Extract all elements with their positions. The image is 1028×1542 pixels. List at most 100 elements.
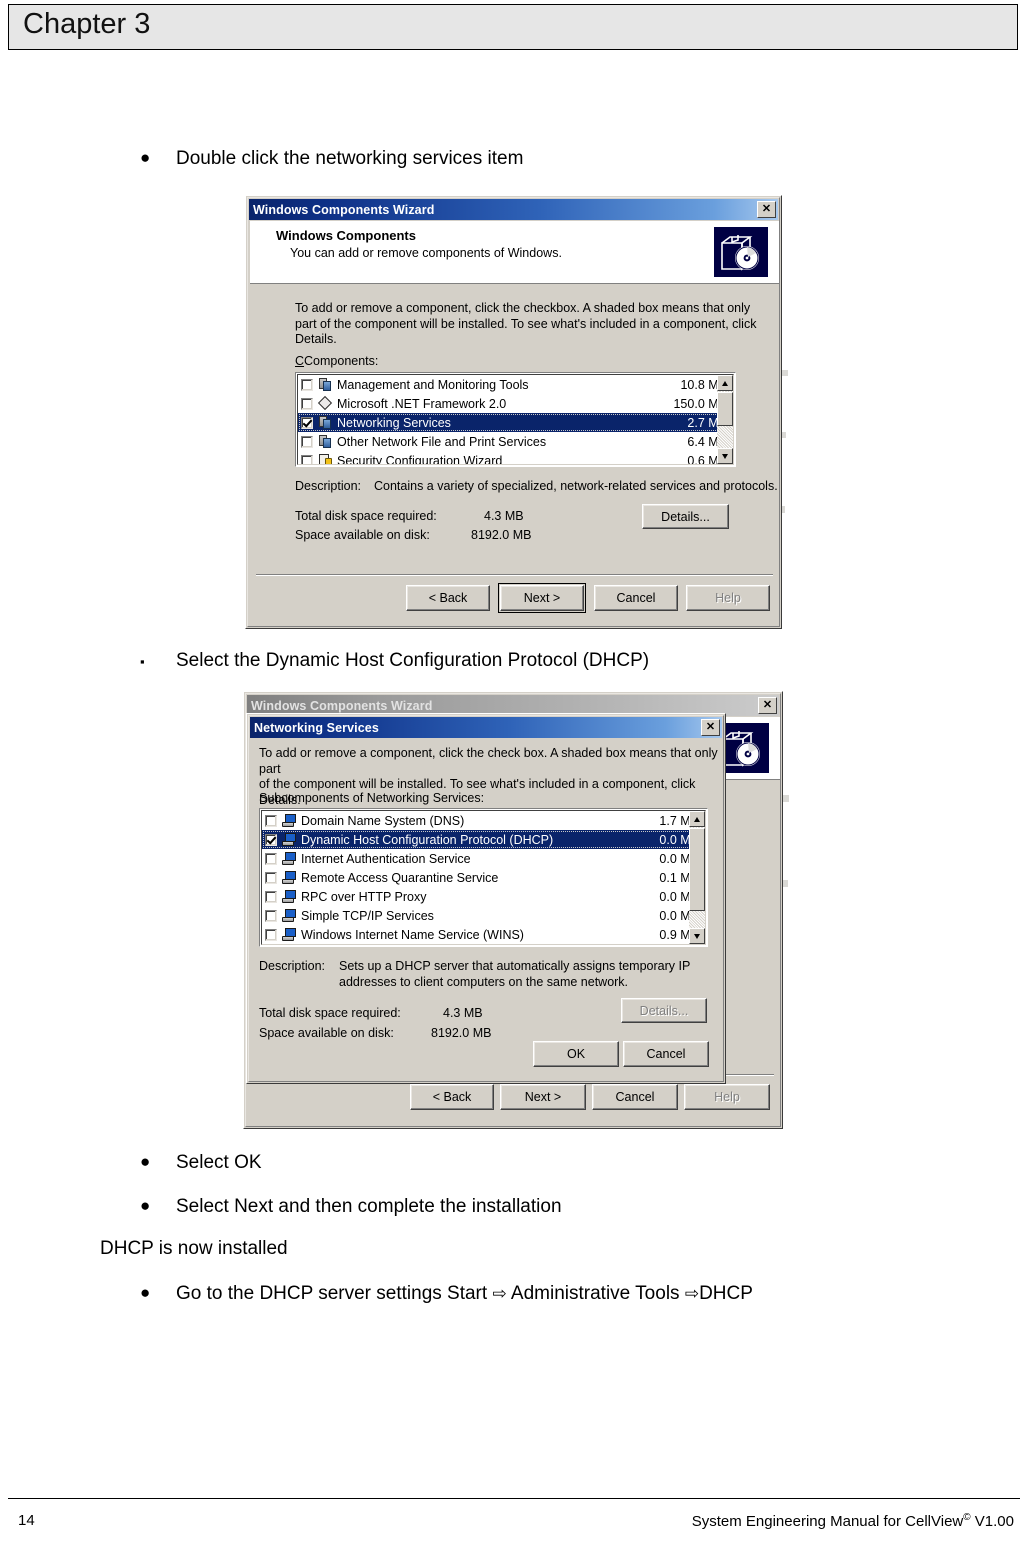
computer-icon [282,832,298,847]
list-item[interactable]: Windows Internet Name Service (WINS) 0.9 … [262,925,705,944]
help-button[interactable]: Help [684,1084,770,1110]
checkbox[interactable] [265,833,277,846]
ok-button[interactable]: OK [533,1041,619,1067]
list-item-label: Networking Services [337,415,451,430]
components-scrollbar[interactable] [717,375,733,464]
computer-icon [282,813,298,828]
checkbox[interactable] [301,397,313,410]
footer-copyright-mark: © [963,1512,971,1523]
list-item[interactable]: Domain Name System (DNS) 1.7 MB [262,811,705,830]
back-button[interactable]: < Back [406,585,490,611]
computer-icon [282,889,298,904]
computer-icon [282,851,298,866]
list-item[interactable]: Remote Access Quarantine Service 0.1 MB [262,868,705,887]
list-item[interactable]: Other Network File and Print Services 6.4… [298,432,733,451]
dialog1-instructions: To add or remove a component, click the … [295,301,756,348]
list-item[interactable]: Simple TCP/IP Services 0.0 MB [262,906,705,925]
footer-page-number: 14 [18,1512,35,1529]
dialog1-header-band: Windows Components You can add or remove… [250,221,779,284]
servers-icon [318,415,334,430]
checkbox[interactable] [265,890,277,903]
windows-components-icon [713,226,769,278]
page-title: Chapter 3 [23,8,151,40]
servers-icon [318,434,334,449]
subcomponents-listbox-inner: Domain Name System (DNS) 1.7 MB Dynamic Ho… [261,810,706,945]
list-item-label: Simple TCP/IP Services [301,908,434,923]
bullet-text: Select OK [176,1152,262,1173]
subcomponents-label: Subcomponents of Networking Services: [259,791,485,805]
checkbox[interactable] [301,454,313,464]
components-listbox[interactable]: Management and Monitoring Tools 10.8 MB Mi… [295,372,736,467]
details-button[interactable]: Details... [621,998,707,1023]
dialog1-separator [256,574,773,576]
scroll-up-icon[interactable] [717,375,733,391]
dialog2-instructions-line1: To add or remove a component, click the … [259,746,718,776]
components-label: CComponents: [295,354,379,368]
dialog2-description-label: Description: [259,959,325,973]
components-listbox-inner: Management and Monitoring Tools 10.8 MB Mi… [297,374,734,465]
list-item[interactable]: Networking Services 2.7 MB [298,413,733,432]
computer-icon [282,908,298,923]
software-box-cd-icon [714,227,768,277]
cancel-button[interactable]: Cancel [592,1084,678,1110]
dialog1-titlebar[interactable]: Windows Components Wizard ✕ [249,199,778,220]
dialog2-total-label: Total disk space required: [259,1006,401,1020]
close-icon[interactable]: ✕ [701,719,720,736]
note-dhcp-installed: DHCP is now installed [100,1238,288,1259]
scrollbar-thumb[interactable] [689,828,705,911]
checkbox[interactable] [265,814,277,827]
list-item[interactable]: Security Configuration Wizard 0.6 MB [298,451,733,464]
dialog1-instructions-line1: To add or remove a component, click the … [295,301,751,315]
list-item-label: Remote Access Quarantine Service [301,870,499,885]
list-item[interactable]: Management and Monitoring Tools 10.8 MB [298,375,733,394]
list-item[interactable]: RPC over HTTP Proxy 0.0 MB [262,887,705,906]
list-item[interactable]: Dynamic Host Configuration Protocol (DHC… [262,830,705,849]
next-button-label: Next > [500,585,584,611]
diamond-icon [318,396,334,411]
next-button[interactable]: Next > [498,583,586,613]
checkbox[interactable] [265,852,277,865]
close-icon[interactable]: ✕ [757,201,776,218]
checkbox[interactable] [265,928,277,941]
subcomponents-list[interactable]: Domain Name System (DNS) 1.7 MB Dynamic Ho… [262,811,705,944]
dialog1-instructions-line3: Details. [295,332,337,346]
list-item[interactable]: Internet Authentication Service 0.0 MB [262,849,705,868]
list-item-label: Management and Monitoring Tools [337,377,529,392]
list-item-label: Other Network File and Print Services [337,434,547,449]
bullet-marker-square: ▪ [140,654,145,669]
page-header-box: Chapter 3 [8,4,1018,50]
networking-services-titlebar[interactable]: Networking Services ✕ [250,717,722,738]
windows-components-wizard-dialog: Windows Components Wizard ✕ Windows Comp… [245,195,782,629]
list-item-label: Domain Name System (DNS) [301,813,465,828]
arrow-right-icon: ⇨ [684,1284,700,1303]
scroll-down-icon[interactable] [689,928,705,944]
checkbox[interactable] [265,871,277,884]
bullet-marker-round: ● [140,1196,151,1215]
subcomponents-scrollbar[interactable] [689,811,705,944]
scroll-up-icon[interactable] [689,811,705,827]
checkbox[interactable] [265,909,277,922]
computer-icon [282,870,298,885]
help-button[interactable]: Help [686,585,770,611]
components-list[interactable]: Management and Monitoring Tools 10.8 MB Mi… [298,375,733,464]
servers-icon [318,377,334,392]
details-button[interactable]: Details... [642,504,729,529]
next-button[interactable]: Next > [500,1084,586,1110]
subcomponents-listbox[interactable]: Domain Name System (DNS) 1.7 MB Dynamic Ho… [259,808,708,947]
dialog1-description-text: Contains a variety of specialized, netwo… [374,479,778,493]
dialog2-total-value: 4.3 MB [443,1006,483,1020]
checkbox[interactable] [301,416,313,429]
dialog1-description-label: Description: [295,479,361,493]
scrollbar-thumb[interactable] [717,392,733,426]
dialog1-total-label: Total disk space required: [295,509,437,523]
dialog1-avail-value: 8192.0 MB [471,528,532,542]
checkbox[interactable] [301,378,313,391]
cancel-button[interactable]: Cancel [623,1041,709,1067]
cancel-button[interactable]: Cancel [594,585,678,611]
close-icon[interactable]: ✕ [758,697,777,714]
back-button[interactable]: < Back [410,1084,494,1110]
scroll-down-icon[interactable] [717,448,733,464]
checkbox[interactable] [301,435,313,448]
bullet-marker-round: ● [140,148,151,167]
list-item[interactable]: Microsoft .NET Framework 2.0 150.0 MB [298,394,733,413]
